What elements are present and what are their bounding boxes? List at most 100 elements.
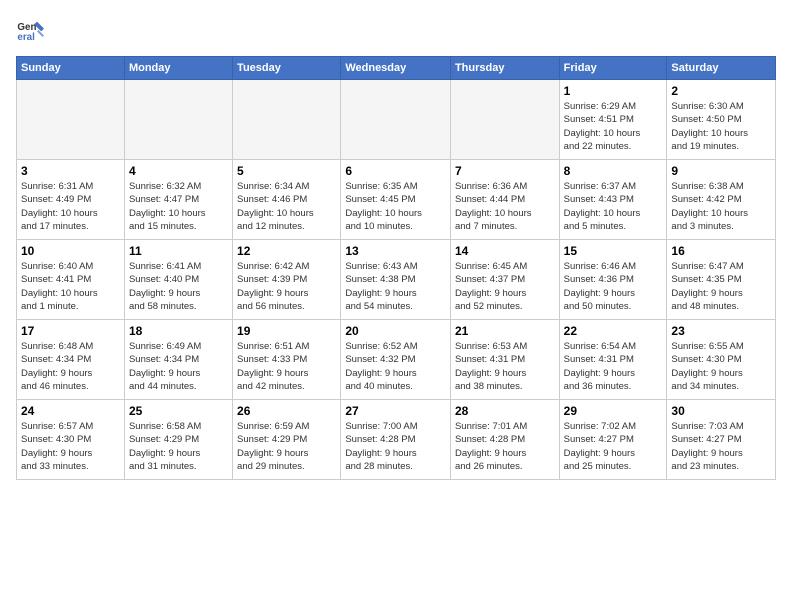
- calendar-table: SundayMondayTuesdayWednesdayThursdayFrid…: [16, 56, 776, 480]
- day-info: Sunrise: 6:49 AM Sunset: 4:34 PM Dayligh…: [129, 340, 228, 393]
- calendar-week-row: 10 Sunrise: 6:40 AM Sunset: 4:41 PM Dayli…: [17, 240, 776, 320]
- day-info: Sunrise: 6:58 AM Sunset: 4:29 PM Dayligh…: [129, 420, 228, 473]
- day-number: 3: [21, 164, 120, 178]
- calendar-cell: 22 Sunrise: 6:54 AM Sunset: 4:31 PM Dayli…: [559, 320, 667, 400]
- calendar-cell: 9 Sunrise: 6:38 AM Sunset: 4:42 PM Daylig…: [667, 160, 776, 240]
- day-number: 11: [129, 244, 228, 258]
- day-info: Sunrise: 7:02 AM Sunset: 4:27 PM Dayligh…: [564, 420, 663, 473]
- day-info: Sunrise: 7:00 AM Sunset: 4:28 PM Dayligh…: [345, 420, 446, 473]
- calendar-cell: 11 Sunrise: 6:41 AM Sunset: 4:40 PM Dayli…: [124, 240, 232, 320]
- calendar-week-row: 1 Sunrise: 6:29 AM Sunset: 4:51 PM Daylig…: [17, 80, 776, 160]
- calendar-cell: [450, 80, 559, 160]
- day-number: 16: [671, 244, 771, 258]
- day-number: 27: [345, 404, 446, 418]
- calendar-cell: [17, 80, 125, 160]
- calendar-cell: [233, 80, 341, 160]
- day-number: 21: [455, 324, 555, 338]
- day-info: Sunrise: 6:43 AM Sunset: 4:38 PM Dayligh…: [345, 260, 446, 313]
- calendar-cell: 8Sunrise: 6:37 AM Sunset: 4:43 PM Daylig…: [559, 160, 667, 240]
- day-number: 9: [671, 164, 771, 178]
- day-info: Sunrise: 6:55 AM Sunset: 4:30 PM Dayligh…: [671, 340, 771, 393]
- calendar-cell: 27 Sunrise: 7:00 AM Sunset: 4:28 PM Dayli…: [341, 400, 451, 480]
- day-info: Sunrise: 6:40 AM Sunset: 4:41 PM Dayligh…: [21, 260, 120, 313]
- svg-text:eral: eral: [17, 32, 35, 43]
- calendar-cell: 7 Sunrise: 6:36 AM Sunset: 4:44 PM Daylig…: [450, 160, 559, 240]
- day-info: Sunrise: 6:32 AM Sunset: 4:47 PM Dayligh…: [129, 180, 228, 233]
- calendar-cell: 23 Sunrise: 6:55 AM Sunset: 4:30 PM Dayli…: [667, 320, 776, 400]
- day-number: 28: [455, 404, 555, 418]
- calendar-week-row: 3 Sunrise: 6:31 AM Sunset: 4:49 PM Daylig…: [17, 160, 776, 240]
- day-number: 4: [129, 164, 228, 178]
- day-number: 29: [564, 404, 663, 418]
- day-number: 12: [237, 244, 336, 258]
- calendar-week-row: 17 Sunrise: 6:48 AM Sunset: 4:34 PM Dayli…: [17, 320, 776, 400]
- day-number: 10: [21, 244, 120, 258]
- calendar-cell: 30 Sunrise: 7:03 AM Sunset: 4:27 PM Dayli…: [667, 400, 776, 480]
- day-number: 23: [671, 324, 771, 338]
- day-info: Sunrise: 6:51 AM Sunset: 4:33 PM Dayligh…: [237, 340, 336, 393]
- day-number: 15: [564, 244, 663, 258]
- calendar-cell: 25 Sunrise: 6:58 AM Sunset: 4:29 PM Dayli…: [124, 400, 232, 480]
- day-info: Sunrise: 6:30 AM Sunset: 4:50 PM Dayligh…: [671, 100, 771, 153]
- day-number: 20: [345, 324, 446, 338]
- weekday-header: Friday: [559, 57, 667, 80]
- day-info: Sunrise: 6:36 AM Sunset: 4:44 PM Dayligh…: [455, 180, 555, 233]
- calendar-cell: 26 Sunrise: 6:59 AM Sunset: 4:29 PM Dayli…: [233, 400, 341, 480]
- day-info: Sunrise: 6:34 AM Sunset: 4:46 PM Dayligh…: [237, 180, 336, 233]
- calendar-cell: [341, 80, 451, 160]
- calendar-cell: [124, 80, 232, 160]
- day-info: Sunrise: 6:48 AM Sunset: 4:34 PM Dayligh…: [21, 340, 120, 393]
- day-info: Sunrise: 6:42 AM Sunset: 4:39 PM Dayligh…: [237, 260, 336, 313]
- calendar-cell: 2Sunrise: 6:30 AM Sunset: 4:50 PM Daylig…: [667, 80, 776, 160]
- page-header: Gen eral: [16, 16, 776, 44]
- day-info: Sunrise: 6:45 AM Sunset: 4:37 PM Dayligh…: [455, 260, 555, 313]
- calendar-cell: 21Sunrise: 6:53 AM Sunset: 4:31 PM Dayli…: [450, 320, 559, 400]
- day-info: Sunrise: 6:29 AM Sunset: 4:51 PM Dayligh…: [564, 100, 663, 153]
- calendar-cell: 6 Sunrise: 6:35 AM Sunset: 4:45 PM Daylig…: [341, 160, 451, 240]
- day-number: 1: [564, 84, 663, 98]
- calendar-cell: 3 Sunrise: 6:31 AM Sunset: 4:49 PM Daylig…: [17, 160, 125, 240]
- calendar-cell: 5 Sunrise: 6:34 AM Sunset: 4:46 PM Daylig…: [233, 160, 341, 240]
- calendar-cell: 16 Sunrise: 6:47 AM Sunset: 4:35 PM Dayli…: [667, 240, 776, 320]
- day-number: 26: [237, 404, 336, 418]
- day-info: Sunrise: 6:47 AM Sunset: 4:35 PM Dayligh…: [671, 260, 771, 313]
- calendar-cell: 19 Sunrise: 6:51 AM Sunset: 4:33 PM Dayli…: [233, 320, 341, 400]
- weekday-header: Thursday: [450, 57, 559, 80]
- weekday-header: Wednesday: [341, 57, 451, 80]
- day-number: 7: [455, 164, 555, 178]
- day-info: Sunrise: 6:52 AM Sunset: 4:32 PM Dayligh…: [345, 340, 446, 393]
- weekday-header: Sunday: [17, 57, 125, 80]
- day-info: Sunrise: 6:41 AM Sunset: 4:40 PM Dayligh…: [129, 260, 228, 313]
- calendar-cell: 15 Sunrise: 6:46 AM Sunset: 4:36 PM Dayli…: [559, 240, 667, 320]
- day-info: Sunrise: 6:38 AM Sunset: 4:42 PM Dayligh…: [671, 180, 771, 233]
- calendar-week-row: 24Sunrise: 6:57 AM Sunset: 4:30 PM Dayli…: [17, 400, 776, 480]
- calendar-cell: 12 Sunrise: 6:42 AM Sunset: 4:39 PM Dayli…: [233, 240, 341, 320]
- day-info: Sunrise: 6:31 AM Sunset: 4:49 PM Dayligh…: [21, 180, 120, 233]
- day-info: Sunrise: 6:37 AM Sunset: 4:43 PM Dayligh…: [564, 180, 663, 233]
- calendar-cell: 1 Sunrise: 6:29 AM Sunset: 4:51 PM Daylig…: [559, 80, 667, 160]
- calendar-cell: 14 Sunrise: 6:45 AM Sunset: 4:37 PM Dayli…: [450, 240, 559, 320]
- calendar-header: SundayMondayTuesdayWednesdayThursdayFrid…: [17, 57, 776, 80]
- day-info: Sunrise: 6:54 AM Sunset: 4:31 PM Dayligh…: [564, 340, 663, 393]
- calendar-cell: 24Sunrise: 6:57 AM Sunset: 4:30 PM Dayli…: [17, 400, 125, 480]
- day-info: Sunrise: 6:35 AM Sunset: 4:45 PM Dayligh…: [345, 180, 446, 233]
- day-number: 5: [237, 164, 336, 178]
- day-number: 6: [345, 164, 446, 178]
- calendar-cell: 4 Sunrise: 6:32 AM Sunset: 4:47 PM Daylig…: [124, 160, 232, 240]
- day-info: Sunrise: 7:03 AM Sunset: 4:27 PM Dayligh…: [671, 420, 771, 473]
- day-number: 19: [237, 324, 336, 338]
- day-number: 30: [671, 404, 771, 418]
- day-number: 13: [345, 244, 446, 258]
- day-info: Sunrise: 6:46 AM Sunset: 4:36 PM Dayligh…: [564, 260, 663, 313]
- calendar-cell: 28Sunrise: 7:01 AM Sunset: 4:28 PM Dayli…: [450, 400, 559, 480]
- weekday-header: Tuesday: [233, 57, 341, 80]
- day-number: 17: [21, 324, 120, 338]
- day-info: Sunrise: 6:59 AM Sunset: 4:29 PM Dayligh…: [237, 420, 336, 473]
- day-number: 14: [455, 244, 555, 258]
- day-number: 18: [129, 324, 228, 338]
- calendar-cell: 20 Sunrise: 6:52 AM Sunset: 4:32 PM Dayli…: [341, 320, 451, 400]
- day-number: 24: [21, 404, 120, 418]
- day-number: 22: [564, 324, 663, 338]
- calendar-cell: 29 Sunrise: 7:02 AM Sunset: 4:27 PM Dayli…: [559, 400, 667, 480]
- day-number: 25: [129, 404, 228, 418]
